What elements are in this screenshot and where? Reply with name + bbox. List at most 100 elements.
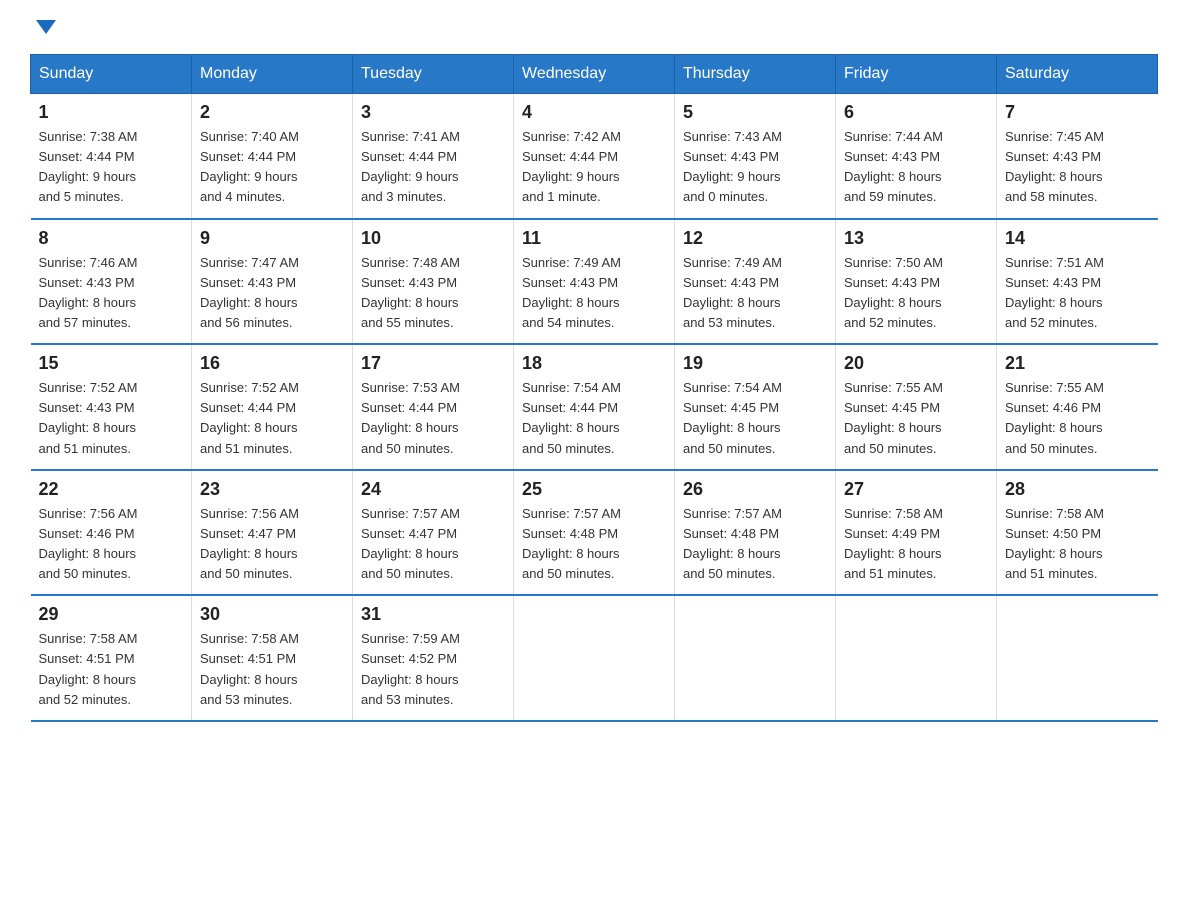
calendar-cell: 1Sunrise: 7:38 AMSunset: 4:44 PMDaylight…	[31, 94, 192, 219]
week-row-5: 29Sunrise: 7:58 AMSunset: 4:51 PMDayligh…	[31, 595, 1158, 721]
day-info: Sunrise: 7:57 AMSunset: 4:47 PMDaylight:…	[361, 504, 505, 585]
header-thursday: Thursday	[675, 55, 836, 94]
calendar-cell: 11 Sunrise: 7:49 AMSunset: 4:43 PMDayligh…	[514, 219, 675, 345]
day-info: Sunrise: 7:54 AMSunset: 4:44 PMDaylight:…	[522, 378, 666, 459]
calendar-cell: 9 Sunrise: 7:47 AMSunset: 4:43 PMDaylight…	[192, 219, 353, 345]
day-info: Sunrise: 7:49 AMSunset: 4:43 PMDaylight:…	[522, 253, 666, 334]
day-number: 20	[844, 353, 988, 374]
day-number: 17	[361, 353, 505, 374]
calendar-cell: 21 Sunrise: 7:55 AMSunset: 4:46 PMDayligh…	[997, 344, 1158, 470]
day-number: 11	[522, 228, 666, 249]
day-number: 9	[200, 228, 344, 249]
header-tuesday: Tuesday	[353, 55, 514, 94]
day-info: Sunrise: 7:47 AMSunset: 4:43 PMDaylight:…	[200, 253, 344, 334]
calendar-cell	[675, 595, 836, 721]
day-info: Sunrise: 7:59 AMSunset: 4:52 PMDaylight:…	[361, 629, 505, 710]
calendar-cell: 4 Sunrise: 7:42 AMSunset: 4:44 PMDaylight…	[514, 94, 675, 219]
day-info: Sunrise: 7:55 AMSunset: 4:46 PMDaylight:…	[1005, 378, 1150, 459]
day-info: Sunrise: 7:57 AMSunset: 4:48 PMDaylight:…	[522, 504, 666, 585]
day-number: 24	[361, 479, 505, 500]
calendar-cell: 31 Sunrise: 7:59 AMSunset: 4:52 PMDayligh…	[353, 595, 514, 721]
day-info: Sunrise: 7:50 AMSunset: 4:43 PMDaylight:…	[844, 253, 988, 334]
calendar-cell: 13 Sunrise: 7:50 AMSunset: 4:43 PMDayligh…	[836, 219, 997, 345]
calendar-cell: 8 Sunrise: 7:46 AMSunset: 4:43 PMDaylight…	[31, 219, 192, 345]
calendar-cell: 16 Sunrise: 7:52 AMSunset: 4:44 PMDayligh…	[192, 344, 353, 470]
day-info: Sunrise: 7:56 AMSunset: 4:46 PMDaylight:…	[39, 504, 184, 585]
day-info: Sunrise: 7:52 AMSunset: 4:44 PMDaylight:…	[200, 378, 344, 459]
day-number: 15	[39, 353, 184, 374]
day-number: 4	[522, 102, 666, 123]
calendar-cell: 19 Sunrise: 7:54 AMSunset: 4:45 PMDayligh…	[675, 344, 836, 470]
day-info: Sunrise: 7:58 AMSunset: 4:51 PMDaylight:…	[200, 629, 344, 710]
logo-triangle-icon	[36, 20, 56, 34]
header-sunday: Sunday	[31, 55, 192, 94]
day-number: 19	[683, 353, 827, 374]
calendar-cell	[997, 595, 1158, 721]
calendar-cell: 24 Sunrise: 7:57 AMSunset: 4:47 PMDayligh…	[353, 470, 514, 596]
calendar-cell: 22Sunrise: 7:56 AMSunset: 4:46 PMDayligh…	[31, 470, 192, 596]
day-info: Sunrise: 7:56 AMSunset: 4:47 PMDaylight:…	[200, 504, 344, 585]
day-number: 8	[39, 228, 184, 249]
day-number: 30	[200, 604, 344, 625]
day-info: Sunrise: 7:43 AMSunset: 4:43 PMDaylight:…	[683, 127, 827, 208]
day-number: 13	[844, 228, 988, 249]
day-info: Sunrise: 7:46 AMSunset: 4:43 PMDaylight:…	[39, 253, 184, 334]
calendar-cell	[514, 595, 675, 721]
day-info: Sunrise: 7:40 AMSunset: 4:44 PMDaylight:…	[200, 127, 344, 208]
day-info: Sunrise: 7:48 AMSunset: 4:43 PMDaylight:…	[361, 253, 505, 334]
logo	[30, 20, 56, 34]
calendar-cell: 23 Sunrise: 7:56 AMSunset: 4:47 PMDayligh…	[192, 470, 353, 596]
calendar-cell: 25 Sunrise: 7:57 AMSunset: 4:48 PMDayligh…	[514, 470, 675, 596]
day-info: Sunrise: 7:57 AMSunset: 4:48 PMDaylight:…	[683, 504, 827, 585]
week-row-4: 22Sunrise: 7:56 AMSunset: 4:46 PMDayligh…	[31, 470, 1158, 596]
day-number: 16	[200, 353, 344, 374]
calendar-cell: 15 Sunrise: 7:52 AMSunset: 4:43 PMDayligh…	[31, 344, 192, 470]
week-row-1: 1Sunrise: 7:38 AMSunset: 4:44 PMDaylight…	[31, 94, 1158, 219]
header-friday: Friday	[836, 55, 997, 94]
calendar-cell: 18 Sunrise: 7:54 AMSunset: 4:44 PMDayligh…	[514, 344, 675, 470]
calendar-cell: 10 Sunrise: 7:48 AMSunset: 4:43 PMDayligh…	[353, 219, 514, 345]
calendar-cell: 12Sunrise: 7:49 AMSunset: 4:43 PMDayligh…	[675, 219, 836, 345]
day-number: 1	[39, 102, 184, 123]
calendar-cell: 26 Sunrise: 7:57 AMSunset: 4:48 PMDayligh…	[675, 470, 836, 596]
day-info: Sunrise: 7:54 AMSunset: 4:45 PMDaylight:…	[683, 378, 827, 459]
day-info: Sunrise: 7:45 AMSunset: 4:43 PMDaylight:…	[1005, 127, 1150, 208]
day-info: Sunrise: 7:58 AMSunset: 4:49 PMDaylight:…	[844, 504, 988, 585]
header-monday: Monday	[192, 55, 353, 94]
week-row-2: 8 Sunrise: 7:46 AMSunset: 4:43 PMDaylight…	[31, 219, 1158, 345]
day-number: 31	[361, 604, 505, 625]
day-number: 23	[200, 479, 344, 500]
header-wednesday: Wednesday	[514, 55, 675, 94]
day-info: Sunrise: 7:58 AMSunset: 4:51 PMDaylight:…	[39, 629, 184, 710]
day-info: Sunrise: 7:44 AMSunset: 4:43 PMDaylight:…	[844, 127, 988, 208]
calendar-cell: 5 Sunrise: 7:43 AMSunset: 4:43 PMDaylight…	[675, 94, 836, 219]
week-row-3: 15 Sunrise: 7:52 AMSunset: 4:43 PMDayligh…	[31, 344, 1158, 470]
day-number: 2	[200, 102, 344, 123]
calendar-cell: 27 Sunrise: 7:58 AMSunset: 4:49 PMDayligh…	[836, 470, 997, 596]
calendar-cell: 20 Sunrise: 7:55 AMSunset: 4:45 PMDayligh…	[836, 344, 997, 470]
day-info: Sunrise: 7:53 AMSunset: 4:44 PMDaylight:…	[361, 378, 505, 459]
day-number: 10	[361, 228, 505, 249]
calendar-cell: 30 Sunrise: 7:58 AMSunset: 4:51 PMDayligh…	[192, 595, 353, 721]
day-number: 21	[1005, 353, 1150, 374]
day-info: Sunrise: 7:58 AMSunset: 4:50 PMDaylight:…	[1005, 504, 1150, 585]
calendar-cell	[836, 595, 997, 721]
calendar-header-row: SundayMondayTuesdayWednesdayThursdayFrid…	[31, 55, 1158, 94]
day-info: Sunrise: 7:42 AMSunset: 4:44 PMDaylight:…	[522, 127, 666, 208]
day-number: 5	[683, 102, 827, 123]
day-number: 25	[522, 479, 666, 500]
calendar-table: SundayMondayTuesdayWednesdayThursdayFrid…	[30, 54, 1158, 722]
day-number: 18	[522, 353, 666, 374]
day-info: Sunrise: 7:49 AMSunset: 4:43 PMDaylight:…	[683, 253, 827, 334]
day-number: 3	[361, 102, 505, 123]
day-info: Sunrise: 7:52 AMSunset: 4:43 PMDaylight:…	[39, 378, 184, 459]
day-number: 27	[844, 479, 988, 500]
calendar-cell: 2 Sunrise: 7:40 AMSunset: 4:44 PMDaylight…	[192, 94, 353, 219]
day-number: 26	[683, 479, 827, 500]
day-info: Sunrise: 7:51 AMSunset: 4:43 PMDaylight:…	[1005, 253, 1150, 334]
calendar-cell: 7Sunrise: 7:45 AMSunset: 4:43 PMDaylight…	[997, 94, 1158, 219]
calendar-cell: 17 Sunrise: 7:53 AMSunset: 4:44 PMDayligh…	[353, 344, 514, 470]
day-info: Sunrise: 7:55 AMSunset: 4:45 PMDaylight:…	[844, 378, 988, 459]
calendar-cell: 29Sunrise: 7:58 AMSunset: 4:51 PMDayligh…	[31, 595, 192, 721]
header-saturday: Saturday	[997, 55, 1158, 94]
